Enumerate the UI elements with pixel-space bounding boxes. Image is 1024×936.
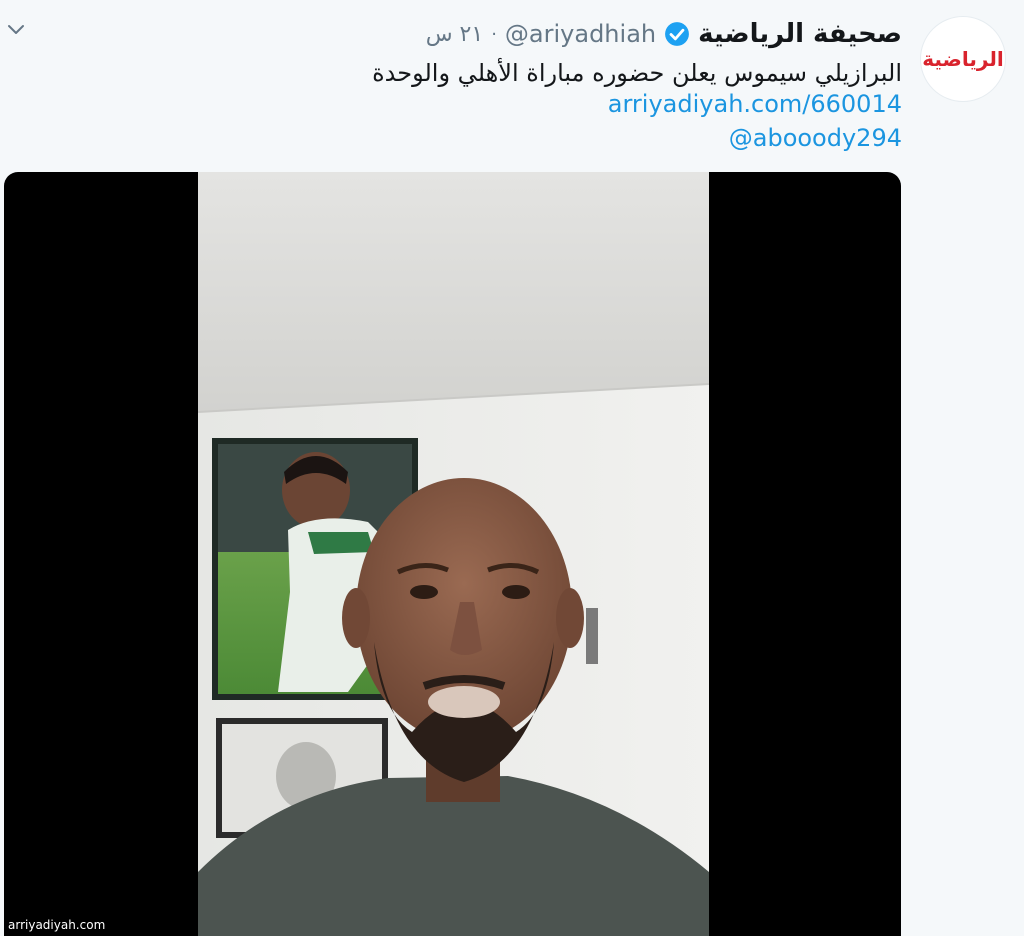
video-player[interactable]: arriyadiyah.com — [4, 172, 901, 936]
tweet-timestamp[interactable]: ٢١ س — [426, 22, 484, 47]
user-handle[interactable]: @ariyadhiah — [505, 20, 656, 48]
chevron-down-icon[interactable] — [6, 20, 26, 40]
tweet: الرياضية ٢١ س · @ariyadhiah صحيفة الرياض… — [0, 0, 1024, 936]
avatar[interactable]: الرياضية — [920, 16, 1006, 102]
tweet-mention[interactable]: @abooody294 — [729, 124, 902, 152]
tweet-link[interactable]: arriyadiyah.com/660014 — [608, 90, 902, 118]
tweet-header: ٢١ س · @ariyadhiah صحيفة الرياضية — [426, 14, 902, 54]
tweet-text: البرازيلي سيموس يعلن حضوره مباراة الأهلي… — [372, 59, 902, 87]
avatar-logo-text: الرياضية — [922, 47, 1004, 71]
video-frame — [198, 172, 709, 936]
user-display-name[interactable]: صحيفة الرياضية — [698, 19, 902, 49]
watermark: arriyadiyah.com — [8, 918, 106, 932]
header-separator: · — [491, 23, 497, 45]
verified-badge-icon — [665, 22, 690, 46]
